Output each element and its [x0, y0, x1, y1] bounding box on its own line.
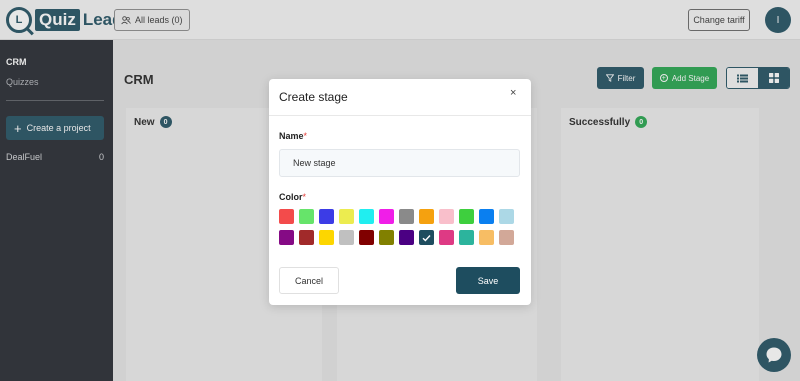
color-swatch[interactable] [479, 230, 494, 245]
color-swatch[interactable] [459, 209, 474, 224]
color-swatch[interactable] [439, 209, 454, 224]
close-icon[interactable]: × [510, 87, 516, 99]
color-swatch[interactable] [499, 209, 514, 224]
color-swatch[interactable] [419, 209, 434, 224]
required-mark: * [302, 192, 307, 202]
color-label: Color* [279, 192, 307, 202]
color-swatch[interactable] [439, 230, 454, 245]
stage-name-input[interactable] [279, 149, 520, 177]
checkmark-icon [422, 234, 431, 241]
color-swatch[interactable] [359, 209, 374, 224]
color-swatch[interactable] [399, 230, 414, 245]
color-swatch[interactable] [339, 209, 354, 224]
color-swatch[interactable] [319, 209, 334, 224]
save-button[interactable]: Save [456, 267, 520, 294]
color-swatch-selected[interactable] [419, 230, 434, 245]
name-label: Name* [279, 131, 308, 141]
create-stage-dialog: Create stage × Name* Color* Cancel Save [269, 79, 531, 305]
color-swatch[interactable] [299, 230, 314, 245]
dialog-title: Create stage [279, 90, 348, 104]
color-swatch[interactable] [299, 209, 314, 224]
cancel-button[interactable]: Cancel [279, 267, 339, 294]
color-swatch[interactable] [279, 209, 294, 224]
color-palette [279, 209, 520, 245]
color-swatch[interactable] [379, 209, 394, 224]
color-swatch[interactable] [459, 230, 474, 245]
color-swatch[interactable] [339, 230, 354, 245]
required-mark: * [303, 131, 308, 141]
color-swatch[interactable] [379, 230, 394, 245]
color-swatch[interactable] [319, 230, 334, 245]
color-swatch[interactable] [499, 230, 514, 245]
color-swatch[interactable] [359, 230, 374, 245]
color-swatch[interactable] [479, 209, 494, 224]
color-swatch[interactable] [399, 209, 414, 224]
dialog-divider [269, 115, 531, 116]
color-swatch[interactable] [279, 230, 294, 245]
